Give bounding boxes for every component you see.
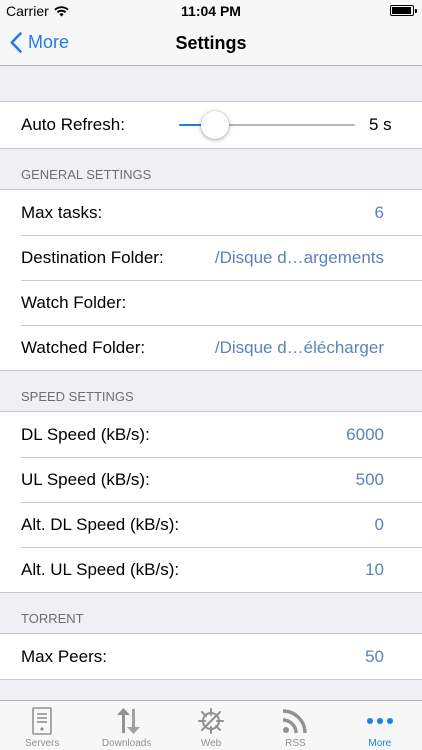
row-label: Max Peers: — [21, 646, 107, 666]
dl-speed-row[interactable]: DL Speed (kB/s): 6000 — [0, 412, 422, 457]
general-settings-header: GENERAL SETTINGS — [21, 167, 152, 182]
battery-icon — [390, 5, 417, 16]
slider-thumb[interactable] — [201, 111, 230, 139]
tab-bar: Servers Downloads Web RSS More — [0, 700, 422, 750]
torrent-header: TORRENT — [21, 611, 84, 626]
web-icon — [198, 708, 225, 734]
tab-more[interactable]: More — [338, 701, 422, 750]
navigation-bar: More Settings — [0, 22, 422, 66]
tab-label: RSS — [285, 738, 306, 749]
alt-dl-speed-value[interactable]: 0 — [375, 515, 384, 535]
watched-folder-value[interactable]: /Disque d…élécharger — [215, 338, 384, 358]
status-bar: Carrier 11:04 PM — [0, 0, 422, 22]
row-label: Alt. UL Speed (kB/s): — [21, 559, 180, 579]
max-tasks-value[interactable]: 6 — [375, 203, 384, 223]
max-peers-value[interactable]: 50 — [365, 647, 384, 667]
auto-refresh-label: Auto Refresh: — [21, 115, 125, 134]
watched-folder-row[interactable]: Watched Folder: /Disque d…élécharger — [0, 325, 422, 370]
watch-folder-row[interactable]: Watch Folder: — [0, 280, 422, 325]
page-title: Settings — [175, 33, 247, 53]
torrent-group: Max Peers: 50 — [0, 633, 422, 680]
tab-rss[interactable]: RSS — [253, 701, 337, 750]
auto-refresh-group: Auto Refresh: 5 s — [0, 101, 422, 149]
max-peers-row[interactable]: Max Peers: 50 — [0, 634, 422, 679]
row-label: Alt. DL Speed (kB/s): — [21, 514, 180, 534]
rss-icon — [283, 709, 308, 734]
ul-speed-value[interactable]: 500 — [356, 470, 384, 490]
more-icon — [366, 718, 393, 724]
dl-speed-value[interactable]: 6000 — [346, 425, 384, 445]
max-tasks-row[interactable]: Max tasks: 6 — [0, 190, 422, 235]
tab-label: Servers — [24, 738, 60, 749]
tab-label: Downloads — [101, 738, 152, 749]
auto-refresh-value: 5 s — [369, 115, 392, 134]
speed-settings-header: SPEED SETTINGS — [21, 389, 134, 404]
alt-ul-speed-row[interactable]: Alt. UL Speed (kB/s): 10 — [0, 547, 422, 592]
alt-dl-speed-row[interactable]: Alt. DL Speed (kB/s): 0 — [0, 502, 422, 547]
tab-label: Web — [200, 738, 222, 749]
destination-folder-row[interactable]: Destination Folder: /Disque d…argements — [0, 235, 422, 280]
speed-settings-group: DL Speed (kB/s): 6000 UL Speed (kB/s): 5… — [0, 411, 422, 593]
row-label: UL Speed (kB/s): — [21, 469, 150, 489]
tab-servers[interactable]: Servers — [0, 701, 84, 750]
settings-list: Auto Refresh: 5 s GENERAL SETTINGS Max t… — [0, 67, 422, 680]
row-label: Max tasks: — [21, 202, 103, 222]
row-label: Watched Folder: — [21, 337, 146, 357]
downloads-icon — [116, 708, 140, 734]
tab-label: More — [368, 738, 392, 749]
ul-speed-row[interactable]: UL Speed (kB/s): 500 — [0, 457, 422, 502]
servers-icon — [32, 707, 53, 735]
tab-web[interactable]: Web — [169, 701, 253, 750]
alt-ul-speed-value[interactable]: 10 — [365, 560, 384, 580]
row-label: Watch Folder: — [21, 292, 127, 312]
tab-downloads[interactable]: Downloads — [84, 701, 168, 750]
row-label: Destination Folder: — [21, 247, 164, 267]
auto-refresh-row: Auto Refresh: 5 s — [0, 102, 422, 148]
row-label: DL Speed (kB/s): — [21, 424, 150, 444]
general-settings-group: Max tasks: 6 Destination Folder: /Disque… — [0, 189, 422, 371]
auto-refresh-slider[interactable] — [179, 111, 355, 139]
status-time: 11:04 PM — [181, 3, 241, 19]
destination-folder-value[interactable]: /Disque d…argements — [215, 248, 384, 268]
